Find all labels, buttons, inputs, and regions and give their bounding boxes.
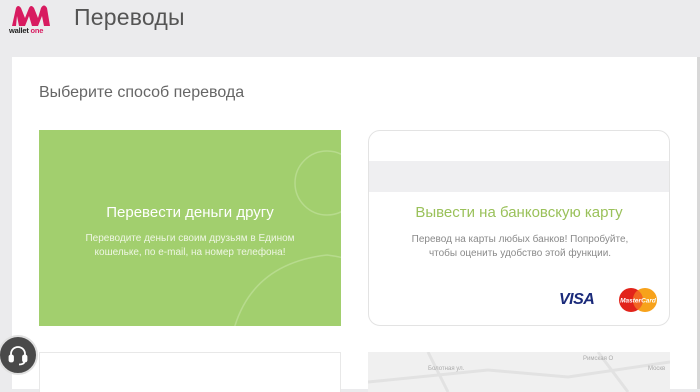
page-title: Переводы: [74, 4, 185, 30]
transfer-to-friend-card[interactable]: Перевести деньги другу Переводите деньги…: [39, 130, 341, 326]
main-panel: Выберите способ перевода Перевести деньг…: [12, 57, 697, 392]
header: wallet one Переводы: [0, 0, 700, 57]
card-title: Вывести на банковскую карту: [415, 204, 623, 221]
map-option-card[interactable]: Болотная ул. Римская О Москв: [368, 352, 670, 392]
map-label: Римская О: [583, 356, 614, 362]
svg-text:MasterCard: MasterCard: [620, 298, 657, 305]
card-title: Перевести деньги другу: [106, 204, 274, 221]
card-description: Переводите деньги своим друзьям в Едином…: [85, 233, 295, 258]
headset-icon: [8, 346, 28, 366]
card-description: Перевод на карты любых банков! Попробуйт…: [411, 234, 629, 259]
map-background: [368, 352, 670, 392]
mastercard-logo: MasterCard: [619, 288, 657, 312]
map-label: Москв: [648, 366, 666, 372]
logo-text: wallet one: [9, 26, 44, 35]
transfer-option-card[interactable]: [39, 352, 341, 392]
section-subtitle: Выберите способ перевода: [39, 84, 245, 101]
map-label: Болотная ул.: [428, 366, 465, 372]
card-stripe: [369, 161, 669, 192]
visa-logo: VISA: [559, 291, 595, 308]
withdraw-to-bank-card[interactable]: Вывести на банковскую карту Перевод на к…: [368, 130, 670, 326]
